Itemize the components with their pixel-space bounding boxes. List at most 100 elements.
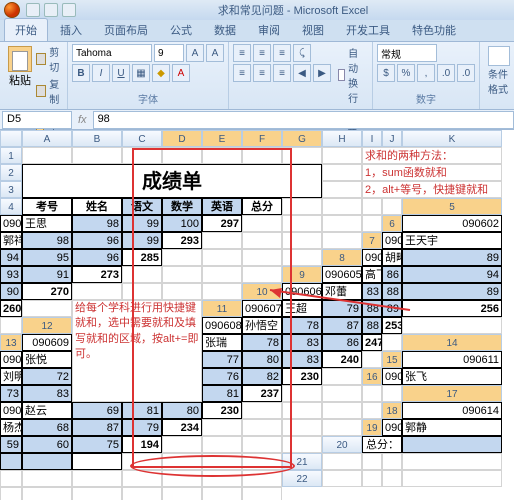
cell[interactable] bbox=[322, 232, 362, 249]
cell[interactable] bbox=[202, 453, 242, 470]
cell-score[interactable]: 94 bbox=[0, 249, 22, 266]
row-header[interactable]: 6 bbox=[382, 215, 402, 232]
qat-undo-icon[interactable] bbox=[44, 3, 58, 17]
cell[interactable] bbox=[322, 453, 362, 470]
cell[interactable] bbox=[382, 334, 402, 351]
cell[interactable] bbox=[22, 470, 72, 487]
tab-extra[interactable]: 特色功能 bbox=[402, 19, 466, 41]
cell[interactable] bbox=[202, 436, 242, 453]
cell[interactable] bbox=[282, 198, 322, 215]
cell[interactable] bbox=[72, 283, 122, 300]
cell[interactable] bbox=[322, 164, 362, 181]
cell-score[interactable]: 83 bbox=[282, 334, 322, 351]
cell-score[interactable]: 83 bbox=[22, 385, 72, 402]
tab-dev[interactable]: 开发工具 bbox=[336, 19, 400, 41]
cell-score[interactable]: 75 bbox=[72, 436, 122, 453]
col-header[interactable] bbox=[0, 130, 22, 147]
font-color-button[interactable]: A bbox=[172, 64, 190, 82]
cell-score[interactable]: 93 bbox=[0, 266, 22, 283]
cell[interactable] bbox=[382, 453, 402, 470]
cell[interactable] bbox=[162, 453, 202, 470]
cell[interactable] bbox=[402, 317, 502, 334]
cell[interactable] bbox=[282, 385, 322, 402]
number-format-combo[interactable]: 常规 bbox=[377, 44, 437, 62]
cell-score[interactable]: 89 bbox=[382, 300, 402, 317]
cell[interactable] bbox=[282, 215, 322, 232]
cell[interactable] bbox=[162, 436, 202, 453]
cell-score[interactable]: 90 bbox=[0, 283, 22, 300]
cell[interactable] bbox=[202, 487, 242, 500]
cell[interactable] bbox=[202, 283, 242, 300]
cut-button[interactable]: 剪切 bbox=[36, 44, 63, 74]
cell[interactable] bbox=[382, 198, 402, 215]
tab-home[interactable]: 开始 bbox=[4, 18, 48, 41]
col-header[interactable]: E bbox=[202, 130, 242, 147]
cell-score[interactable]: 89 bbox=[402, 283, 502, 300]
col-header[interactable]: A bbox=[22, 130, 72, 147]
bold-button[interactable]: B bbox=[72, 64, 90, 82]
cell-score[interactable]: 95 bbox=[22, 249, 72, 266]
cell[interactable] bbox=[242, 215, 282, 232]
cell[interactable] bbox=[0, 487, 22, 500]
align-bot-button[interactable]: ≡ bbox=[273, 44, 291, 62]
row-header[interactable]: 18 bbox=[382, 402, 402, 419]
cell-score[interactable]: 86 bbox=[382, 266, 402, 283]
col-header[interactable]: G bbox=[282, 130, 322, 147]
qat-redo-icon[interactable] bbox=[62, 3, 76, 17]
cell[interactable] bbox=[162, 266, 202, 283]
cell-score[interactable]: 77 bbox=[202, 351, 242, 368]
cell[interactable] bbox=[242, 147, 282, 164]
shrink-font-button[interactable]: A bbox=[206, 44, 224, 62]
cell[interactable] bbox=[202, 470, 242, 487]
border-button[interactable]: ▦ bbox=[132, 64, 150, 82]
cell-score[interactable]: 69 bbox=[72, 402, 122, 419]
cell[interactable] bbox=[242, 487, 282, 500]
cell[interactable] bbox=[242, 232, 282, 249]
cell[interactable] bbox=[22, 300, 72, 317]
footer-cell[interactable] bbox=[402, 436, 502, 453]
cell-score[interactable]: 80 bbox=[242, 351, 282, 368]
align-mid-button[interactable]: ≡ bbox=[253, 44, 271, 62]
row-header[interactable]: 19 bbox=[362, 419, 382, 436]
cell[interactable] bbox=[72, 470, 122, 487]
row-header[interactable]: 21 bbox=[282, 453, 322, 470]
row-header[interactable]: 9 bbox=[282, 266, 322, 283]
tab-review[interactable]: 审阅 bbox=[248, 19, 290, 41]
row-header[interactable]: 2 bbox=[0, 164, 22, 181]
cell[interactable] bbox=[282, 436, 322, 453]
cell-score[interactable]: 79 bbox=[122, 419, 162, 436]
cell[interactable] bbox=[382, 470, 402, 487]
cell-score[interactable]: 79 bbox=[322, 300, 362, 317]
name-box[interactable]: D5 bbox=[2, 111, 72, 129]
cell-score[interactable]: 80 bbox=[162, 402, 202, 419]
col-header[interactable]: B bbox=[72, 130, 122, 147]
cell-score[interactable]: 82 bbox=[242, 368, 282, 385]
cell-score[interactable]: 98 bbox=[22, 232, 72, 249]
cell-score[interactable]: 81 bbox=[202, 385, 242, 402]
col-header[interactable]: F bbox=[242, 130, 282, 147]
cell[interactable] bbox=[322, 198, 362, 215]
cell[interactable] bbox=[322, 385, 362, 402]
cell[interactable] bbox=[122, 283, 162, 300]
col-header[interactable]: H bbox=[322, 130, 362, 147]
inc-decimal-button[interactable]: .0 bbox=[437, 64, 455, 82]
cell-score[interactable]: 73 bbox=[0, 385, 22, 402]
cell[interactable] bbox=[242, 249, 282, 266]
cell-score[interactable]: 87 bbox=[322, 317, 362, 334]
align-center-button[interactable]: ≡ bbox=[253, 64, 271, 82]
cell-score[interactable]: 96 bbox=[72, 249, 122, 266]
cell[interactable] bbox=[322, 402, 362, 419]
cell[interactable] bbox=[322, 147, 362, 164]
cell-score[interactable]: 83 bbox=[282, 351, 322, 368]
cell[interactable] bbox=[362, 402, 382, 419]
cell[interactable] bbox=[122, 470, 162, 487]
italic-button[interactable]: I bbox=[92, 64, 110, 82]
row-header[interactable]: 14 bbox=[402, 334, 502, 351]
cell-score[interactable]: 59 bbox=[0, 436, 22, 453]
cell-score[interactable]: 78 bbox=[242, 334, 282, 351]
cell[interactable] bbox=[322, 470, 362, 487]
cell[interactable] bbox=[362, 453, 382, 470]
row-header[interactable]: 11 bbox=[202, 300, 242, 317]
row-header[interactable]: 17 bbox=[402, 385, 502, 402]
cell[interactable] bbox=[322, 215, 362, 232]
